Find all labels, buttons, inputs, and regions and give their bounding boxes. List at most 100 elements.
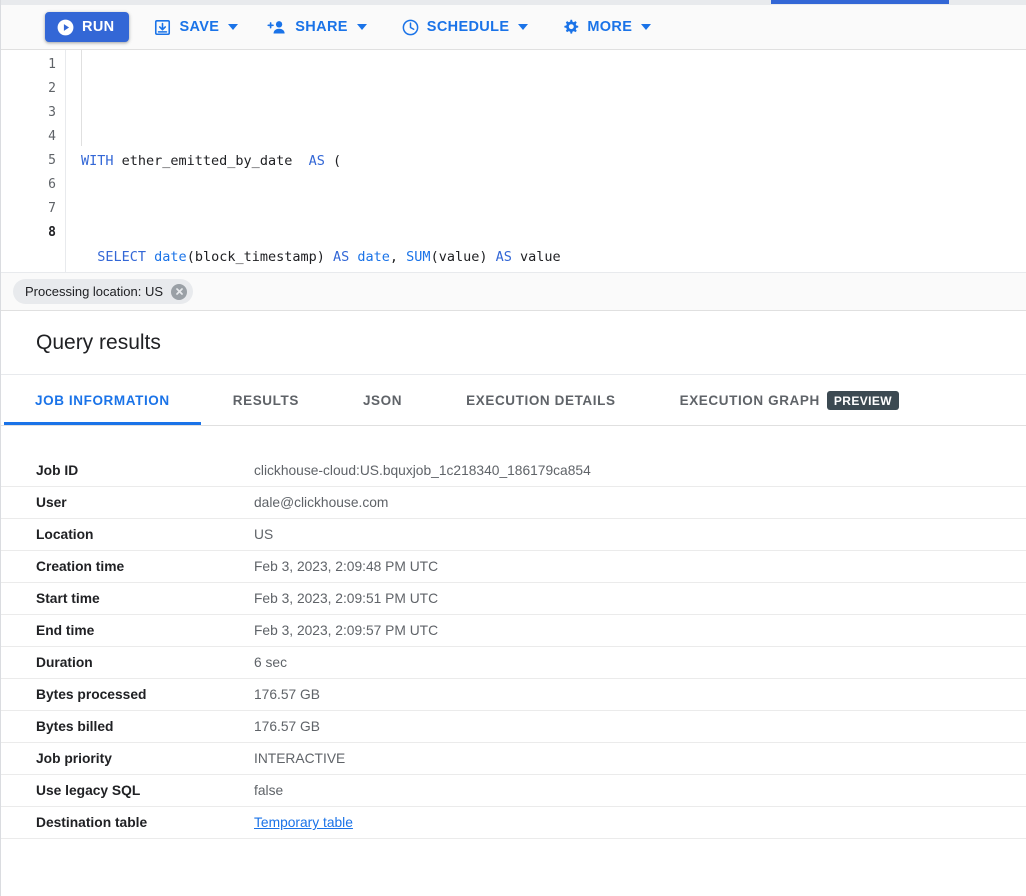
tab-label: JSON <box>363 393 402 408</box>
line-number-current: 8 <box>1 221 56 245</box>
save-button[interactable]: SAVE <box>143 12 248 42</box>
processing-location-bar: Processing location: US <box>1 272 1026 311</box>
run-button[interactable]: RUN <box>45 12 129 42</box>
share-button[interactable]: SHARE <box>257 12 377 42</box>
sql-keyword: WITH <box>81 153 114 169</box>
table-row: User dale@clickhouse.com <box>1 487 1026 519</box>
sql-editor[interactable]: 1 2 3 4 5 6 7 8 WITH ether_emitted_by_da… <box>1 50 1026 272</box>
sql-code-area[interactable]: WITH ether_emitted_by_date AS ( SELECT d… <box>67 50 1026 272</box>
line-number: 3 <box>1 101 56 125</box>
sql-punctuation: ( <box>325 153 341 169</box>
line-number: 1 <box>1 53 56 77</box>
clock-icon <box>401 18 420 37</box>
query-results-header: Query results <box>1 311 1026 375</box>
indent-guide <box>81 50 82 146</box>
row-value: Feb 3, 2023, 2:09:48 PM UTC <box>254 559 438 574</box>
processing-location-chip[interactable]: Processing location: US <box>13 279 193 304</box>
row-key: Bytes processed <box>36 687 254 702</box>
line-number: 2 <box>1 77 56 101</box>
row-key: User <box>36 495 254 510</box>
save-button-label: SAVE <box>179 20 219 35</box>
more-button[interactable]: MORE <box>551 12 661 42</box>
row-value: INTERACTIVE <box>254 751 345 766</box>
row-key: Bytes billed <box>36 719 254 734</box>
line-number: 4 <box>1 125 56 149</box>
table-row: Start time Feb 3, 2023, 2:09:51 PM UTC <box>1 583 1026 615</box>
sql-function: date <box>349 249 390 265</box>
sql-identifier: value <box>512 249 561 265</box>
share-button-label: SHARE <box>295 20 348 35</box>
table-row: Duration 6 sec <box>1 647 1026 679</box>
tab-execution-graph[interactable]: EXECUTION GRAPH PREVIEW <box>648 375 931 425</box>
tab-execution-details[interactable]: EXECUTION DETAILS <box>434 375 647 425</box>
table-row: Destination table Temporary table <box>1 807 1026 839</box>
row-value: 176.57 GB <box>254 687 320 702</box>
sql-keyword: SELECT <box>97 249 146 265</box>
row-value: Feb 3, 2023, 2:09:57 PM UTC <box>254 623 438 638</box>
table-row: End time Feb 3, 2023, 2:09:57 PM UTC <box>1 615 1026 647</box>
schedule-button-label: SCHEDULE <box>427 20 510 35</box>
code-line[interactable]: WITH ether_emitted_by_date AS ( <box>67 149 1026 173</box>
close-circle-icon[interactable] <box>171 284 187 300</box>
chevron-down-icon[interactable] <box>357 24 367 30</box>
tab-label: EXECUTION DETAILS <box>466 393 615 408</box>
results-tabs: JOB INFORMATION RESULTS JSON EXECUTION D… <box>1 375 1026 426</box>
sql-keyword: AS <box>309 153 325 169</box>
tab-json[interactable]: JSON <box>331 375 434 425</box>
row-value: US <box>254 527 273 542</box>
table-row: Use legacy SQL false <box>1 775 1026 807</box>
table-row: Job priority INTERACTIVE <box>1 743 1026 775</box>
line-number: 5 <box>1 149 56 173</box>
processing-location-label: Processing location: US <box>25 284 163 299</box>
line-number: 7 <box>1 197 56 221</box>
row-key: Start time <box>36 591 254 606</box>
tab-label: EXECUTION GRAPH <box>680 393 820 408</box>
table-row: Location US <box>1 519 1026 551</box>
save-icon <box>153 18 172 37</box>
row-value: clickhouse-cloud:US.bquxjob_1c218340_186… <box>254 463 591 478</box>
sql-function: SUM <box>406 249 430 265</box>
schedule-button[interactable]: SCHEDULE <box>391 12 539 42</box>
line-number: 6 <box>1 173 56 197</box>
row-value: dale@clickhouse.com <box>254 495 388 510</box>
active-tab-indicator <box>771 0 949 4</box>
row-value: 6 sec <box>254 655 287 670</box>
tab-job-information[interactable]: JOB INFORMATION <box>4 375 201 425</box>
chevron-down-icon[interactable] <box>641 24 651 30</box>
gear-icon <box>561 18 580 37</box>
sql-keyword: AS <box>496 249 512 265</box>
sql-punctuation: (block_timestamp) <box>187 249 333 265</box>
table-row: Bytes billed 176.57 GB <box>1 711 1026 743</box>
play-circle-icon <box>56 18 75 37</box>
tab-label: RESULTS <box>233 393 299 408</box>
row-key: Location <box>36 527 254 542</box>
person-add-icon <box>267 18 288 37</box>
sql-function: date <box>146 249 187 265</box>
editor-gutter: 1 2 3 4 5 6 7 8 <box>1 50 66 272</box>
table-row: Bytes processed 176.57 GB <box>1 679 1026 711</box>
row-key: End time <box>36 623 254 638</box>
bigquery-console: RUN SAVE SHARE <box>0 0 1026 896</box>
row-value: Feb 3, 2023, 2:09:51 PM UTC <box>254 591 438 606</box>
sql-keyword: AS <box>333 249 349 265</box>
chevron-down-icon[interactable] <box>518 24 528 30</box>
row-value: false <box>254 783 283 798</box>
tab-label: JOB INFORMATION <box>35 393 170 408</box>
destination-table-link[interactable]: Temporary table <box>254 815 353 830</box>
sql-identifier: ether_emitted_by_date <box>114 153 309 169</box>
sql-punctuation: (value) <box>431 249 496 265</box>
row-key: Duration <box>36 655 254 670</box>
row-key: Use legacy SQL <box>36 783 254 798</box>
row-key: Destination table <box>36 815 254 830</box>
page-title: Query results <box>36 331 161 355</box>
table-row: Job ID clickhouse-cloud:US.bquxjob_1c218… <box>1 455 1026 487</box>
chevron-down-icon[interactable] <box>228 24 238 30</box>
row-key: Creation time <box>36 559 254 574</box>
job-information-table: Job ID clickhouse-cloud:US.bquxjob_1c218… <box>1 426 1026 839</box>
preview-badge: PREVIEW <box>827 391 899 410</box>
sql-punctuation: , <box>390 249 406 265</box>
tab-results[interactable]: RESULTS <box>201 375 331 425</box>
more-button-label: MORE <box>587 20 632 35</box>
code-line[interactable]: SELECT date(block_timestamp) AS date, SU… <box>67 245 1026 269</box>
row-value: 176.57 GB <box>254 719 320 734</box>
